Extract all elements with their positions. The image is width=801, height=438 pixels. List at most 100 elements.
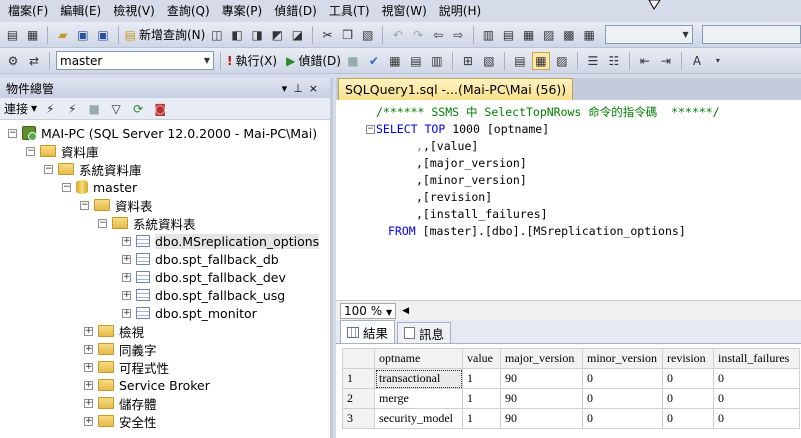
tree-node-table[interactable]: + dbo.spt_fallback_usg: [0, 286, 330, 304]
save-all-icon[interactable]: ▣: [95, 26, 112, 44]
row-number[interactable]: 3: [342, 408, 375, 429]
column-header[interactable]: optname: [374, 348, 463, 369]
table-cell[interactable]: 0: [662, 368, 714, 389]
table-cell[interactable]: 90: [500, 368, 583, 389]
collapse-icon[interactable]: −: [26, 146, 35, 156]
expand-icon[interactable]: +: [84, 326, 93, 336]
expand-icon[interactable]: +: [84, 344, 93, 354]
tree-node-security[interactable]: + 安全性: [0, 412, 330, 430]
menu-file[interactable]: 檔案(F): [2, 0, 54, 22]
paste-icon[interactable]: ▧: [359, 26, 376, 44]
tree-node-views[interactable]: + 檢視: [0, 322, 330, 340]
connect-server-icon[interactable]: ⚡: [41, 100, 59, 118]
filter-icon[interactable]: ▽: [107, 100, 125, 118]
tab-messages[interactable]: 訊息: [397, 322, 452, 343]
new-query-button[interactable]: ▤ 新增查詢(N): [125, 26, 206, 43]
properties-icon[interactable]: ▨: [540, 26, 557, 44]
expand-icon[interactable]: +: [122, 254, 131, 264]
debug-button[interactable]: ▶ 偵錯(D): [286, 52, 341, 69]
analysis-query-icon[interactable]: ◪: [289, 26, 306, 44]
table-cell[interactable]: 1: [462, 388, 501, 409]
tree-node-system-databases[interactable]: − 系統資料庫: [0, 160, 330, 178]
tree-node-synonyms[interactable]: + 同義字: [0, 340, 330, 358]
close-icon[interactable]: ×: [309, 82, 324, 95]
table-cell[interactable]: 1: [462, 408, 501, 429]
row-number[interactable]: 1: [342, 368, 375, 389]
expand-icon[interactable]: +: [84, 416, 93, 426]
find-combo[interactable]: [701, 25, 801, 44]
tree-node-programmability[interactable]: + 可程式性: [0, 358, 330, 376]
results-to-text-icon[interactable]: ▤: [511, 52, 529, 70]
activity-monitor-icon[interactable]: ◙: [151, 100, 169, 118]
tab-sqlquery1[interactable]: SQLQuery1.sql -...(Mai-PC\Mai (56)): [338, 78, 574, 100]
available-databases-combo[interactable]: master ▼: [56, 51, 214, 70]
object-explorer-icon[interactable]: ▤: [500, 26, 517, 44]
expand-icon[interactable]: +: [84, 380, 93, 390]
template-explorer-icon[interactable]: ▦: [520, 26, 537, 44]
specify-template-values-icon[interactable]: A: [688, 52, 706, 70]
comment-lines-icon[interactable]: ☰: [584, 52, 602, 70]
navigate-forward-icon[interactable]: ⇨: [450, 26, 467, 44]
table-cell[interactable]: 0: [582, 408, 663, 429]
tree-node-tables[interactable]: − 資料表: [0, 196, 330, 214]
tree-node-server[interactable]: − MAI-PC (SQL Server 12.0.2000 - Mai-PC\M…: [0, 124, 330, 142]
collapse-icon[interactable]: −: [62, 182, 71, 192]
row-number[interactable]: 2: [342, 388, 375, 409]
collapse-icon[interactable]: −: [8, 128, 17, 138]
disconnect-icon[interactable]: ⚡: [63, 100, 81, 118]
collapse-icon[interactable]: −: [98, 218, 107, 228]
expand-icon[interactable]: +: [122, 236, 131, 246]
execute-button[interactable]: ! 執行(X): [227, 52, 277, 69]
table-cell[interactable]: 0: [582, 388, 663, 409]
new-project-icon[interactable]: ▤: [4, 26, 21, 44]
copy-icon[interactable]: ❐: [339, 26, 356, 44]
add-item-icon[interactable]: ▦: [24, 26, 41, 44]
results-to-file-icon[interactable]: ▨: [553, 52, 571, 70]
tree-node-storage[interactable]: + 儲存體: [0, 394, 330, 412]
zoom-combo[interactable]: 100 % ▼: [340, 302, 397, 319]
table-row[interactable]: 3 security_model 1 90 0 0 0: [342, 408, 800, 429]
tree-node-service-broker[interactable]: + Service Broker: [0, 376, 330, 394]
registered-servers-icon[interactable]: ▥: [480, 26, 497, 44]
save-icon[interactable]: ▣: [74, 26, 91, 44]
table-cell[interactable]: 0: [713, 368, 800, 389]
refresh-icon[interactable]: ⟳: [129, 100, 147, 118]
navigate-back-icon[interactable]: ⇦: [430, 26, 447, 44]
undo-icon[interactable]: ↶: [389, 26, 406, 44]
outline-collapse-icon[interactable]: −: [366, 125, 375, 134]
connect-icon[interactable]: ⚙: [4, 52, 22, 70]
tree-node-table[interactable]: + dbo.spt_monitor: [0, 304, 330, 322]
dmx-query-icon[interactable]: ◨: [249, 26, 266, 44]
redo-icon[interactable]: ↷: [409, 26, 426, 44]
table-cell[interactable]: 0: [713, 408, 800, 429]
intellisense-icon[interactable]: ▥: [428, 52, 446, 70]
uncomment-lines-icon[interactable]: ☷: [605, 52, 623, 70]
collapse-icon[interactable]: −: [80, 200, 89, 210]
expand-icon[interactable]: +: [122, 308, 131, 318]
column-header[interactable]: install_failures: [713, 348, 800, 369]
client-statistics-icon[interactable]: ▧: [480, 52, 498, 70]
expand-icon[interactable]: +: [122, 290, 131, 300]
cut-icon[interactable]: ✂: [319, 26, 336, 44]
menu-window[interactable]: 視窗(W): [376, 0, 433, 22]
menu-tools[interactable]: 工具(T): [323, 0, 376, 22]
table-cell[interactable]: security_model: [374, 408, 463, 429]
pin-icon[interactable]: ⊥: [293, 82, 309, 95]
results-to-grid-icon[interactable]: ▦: [531, 51, 550, 70]
tab-results[interactable]: 結果: [340, 320, 396, 343]
menu-query[interactable]: 查詢(Q): [161, 0, 216, 22]
estimated-plan-icon[interactable]: ▦: [386, 52, 404, 70]
table-cell[interactable]: 0: [662, 388, 714, 409]
table-row[interactable]: 2 merge 1 90 0 0 0: [342, 388, 800, 409]
actual-plan-icon[interactable]: ⊞: [459, 52, 477, 70]
table-cell[interactable]: 0: [662, 408, 714, 429]
table-cell[interactable]: transactional: [374, 368, 463, 389]
tree-node-databases[interactable]: − 資料庫: [0, 142, 330, 160]
expand-icon[interactable]: +: [84, 398, 93, 408]
stop-icon[interactable]: ■: [85, 100, 103, 118]
change-connection-icon[interactable]: ⇄: [25, 52, 43, 70]
cancel-query-icon[interactable]: ■: [344, 52, 362, 70]
menu-help[interactable]: 說明(H): [433, 0, 487, 22]
tree-node-table[interactable]: + dbo.spt_fallback_dev: [0, 268, 330, 286]
tree-node-master[interactable]: − master: [0, 178, 330, 196]
